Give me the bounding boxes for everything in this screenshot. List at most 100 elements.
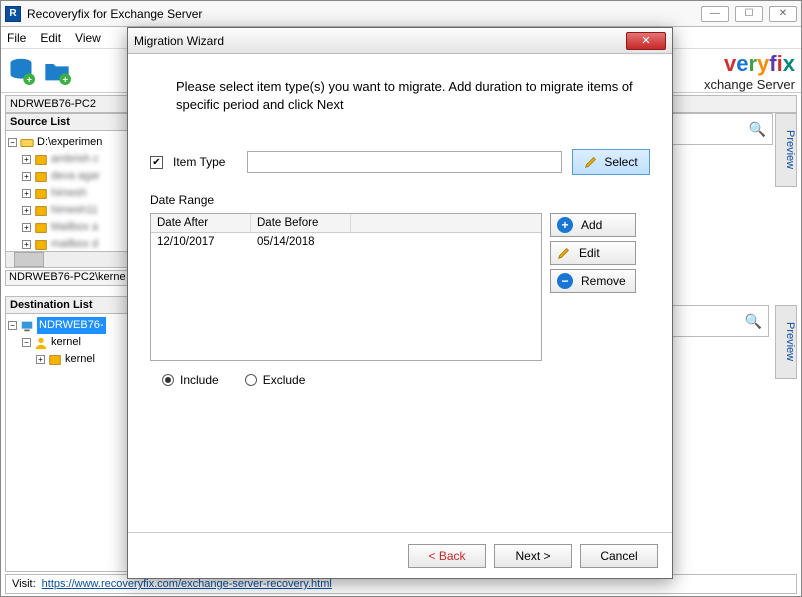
migration-wizard-dialog: Migration Wizard ✕ Please select item ty… (127, 27, 673, 579)
cell-date-after: 12/10/2017 (151, 233, 251, 251)
tree-root-source[interactable]: − D:\experimen (8, 134, 128, 151)
tree-label: kernel (51, 334, 81, 351)
add-button[interactable]: + Add (550, 213, 636, 237)
expander-icon[interactable]: + (22, 206, 31, 215)
tree-item[interactable]: + kernel (8, 351, 128, 368)
add-database-icon[interactable]: + (7, 57, 35, 85)
add-folder-icon[interactable]: + (43, 57, 71, 85)
table-row[interactable]: 12/10/2017 05/14/2018 (151, 233, 541, 251)
mailbox-icon (34, 221, 48, 235)
menu-edit[interactable]: Edit (40, 31, 61, 45)
menu-view[interactable]: View (75, 31, 101, 45)
svg-text:+: + (26, 74, 32, 84)
tree-root-destination[interactable]: − NDRWEB76- (8, 317, 128, 334)
date-range-table[interactable]: Date After Date Before 12/10/2017 05/14/… (150, 213, 542, 361)
radio-icon (245, 374, 257, 386)
pencil-icon (584, 155, 598, 169)
app-icon: R (5, 6, 21, 22)
svg-text:+: + (62, 74, 68, 84)
search-icon[interactable]: 🔍 (749, 121, 766, 138)
include-label: Include (180, 373, 219, 387)
minus-icon: − (557, 273, 573, 289)
select-button-label: Select (604, 155, 637, 169)
destination-list-panel: − NDRWEB76- − kernel + kernel (5, 313, 131, 572)
computer-icon (20, 319, 34, 333)
tree-label: himesh (51, 185, 86, 202)
back-button[interactable]: < Back (408, 544, 486, 568)
remove-button[interactable]: − Remove (550, 269, 636, 293)
pencil-icon (557, 246, 571, 260)
tree-item[interactable]: − kernel (8, 334, 128, 351)
source-list-panel: − D:\experimen + ambrish c + deva agar + hi… (5, 130, 131, 268)
exclude-label: Exclude (263, 373, 306, 387)
footer-label: Visit: (12, 578, 36, 590)
expander-icon[interactable]: + (36, 355, 45, 364)
expander-icon[interactable]: + (22, 223, 31, 232)
mailbox-icon (34, 170, 48, 184)
select-button[interactable]: Select (572, 149, 650, 175)
breadcrumb-path: NDRWEB76-PC2\kerne (5, 270, 131, 286)
expander-icon[interactable]: + (22, 240, 31, 249)
menu-file[interactable]: File (7, 31, 26, 45)
expander-icon[interactable]: − (8, 138, 17, 147)
table-header-after: Date After (151, 214, 251, 232)
dialog-title: Migration Wizard (134, 34, 626, 48)
next-button[interactable]: Next > (494, 544, 572, 568)
tree-label: Mailbox a (51, 219, 98, 236)
date-range-label: Date Range (150, 193, 650, 207)
expander-icon[interactable]: − (22, 338, 31, 347)
plus-icon: + (557, 217, 573, 233)
mailbox-icon (34, 238, 48, 252)
expander-icon[interactable]: + (22, 189, 31, 198)
mailbox-icon (34, 153, 48, 167)
tree-label: ambrish c (51, 151, 99, 168)
mailbox-icon (34, 187, 48, 201)
tree-label: D:\experimen (37, 134, 102, 151)
item-type-checkbox[interactable]: ✔ (150, 156, 163, 169)
edit-button-label: Edit (579, 246, 600, 260)
mailbox-icon (48, 353, 62, 367)
tree-item[interactable]: + himesh11 (8, 202, 128, 219)
table-header-before: Date Before (251, 214, 351, 232)
app-title: Recoveryfix for Exchange Server (27, 7, 701, 21)
cell-date-before: 05/14/2018 (251, 233, 351, 251)
expander-icon[interactable]: − (8, 321, 17, 330)
horizontal-scrollbar[interactable] (6, 251, 130, 267)
tree-item[interactable]: + deva agar (8, 168, 128, 185)
dialog-instruction: Please select item type(s) you want to m… (150, 68, 650, 133)
drive-icon (20, 136, 34, 150)
tree-label: himesh11 (51, 202, 98, 219)
include-radio[interactable]: Include (162, 373, 219, 387)
item-type-label: Item Type (173, 155, 237, 169)
tree-label: deva agar (51, 168, 100, 185)
tree-label-selected: NDRWEB76- (37, 317, 106, 334)
preview-tab-top[interactable]: Preview (775, 113, 797, 187)
mailbox-icon (34, 204, 48, 218)
remove-button-label: Remove (581, 274, 626, 288)
source-list-title: Source List (5, 113, 131, 130)
tree-label: kernel (65, 351, 95, 368)
minimize-button[interactable]: — (701, 6, 729, 22)
cancel-button[interactable]: Cancel (580, 544, 658, 568)
maximize-button[interactable]: ☐ (735, 6, 763, 22)
expander-icon[interactable]: + (22, 172, 31, 181)
user-icon (34, 336, 48, 350)
item-type-input[interactable] (247, 151, 562, 173)
dialog-titlebar: Migration Wizard ✕ (128, 28, 672, 54)
expander-icon[interactable]: + (22, 155, 31, 164)
main-titlebar: R Recoveryfix for Exchange Server — ☐ ✕ (1, 1, 801, 27)
dialog-footer: < Back Next > Cancel (128, 532, 672, 578)
search-icon[interactable]: 🔍 (745, 313, 762, 330)
edit-button[interactable]: Edit (550, 241, 636, 265)
dialog-close-button[interactable]: ✕ (626, 32, 666, 50)
destination-list-title: Destination List (5, 296, 131, 313)
tree-item[interactable]: + Mailbox a (8, 219, 128, 236)
tree-item[interactable]: + ambrish c (8, 151, 128, 168)
exclude-radio[interactable]: Exclude (245, 373, 306, 387)
radio-icon (162, 374, 174, 386)
add-button-label: Add (581, 218, 602, 232)
tree-item[interactable]: + himesh (8, 185, 128, 202)
close-button[interactable]: ✕ (769, 6, 797, 22)
footer-link[interactable]: https://www.recoveryfix.com/exchange-ser… (42, 578, 332, 590)
preview-tab-bottom[interactable]: Preview (775, 305, 797, 379)
